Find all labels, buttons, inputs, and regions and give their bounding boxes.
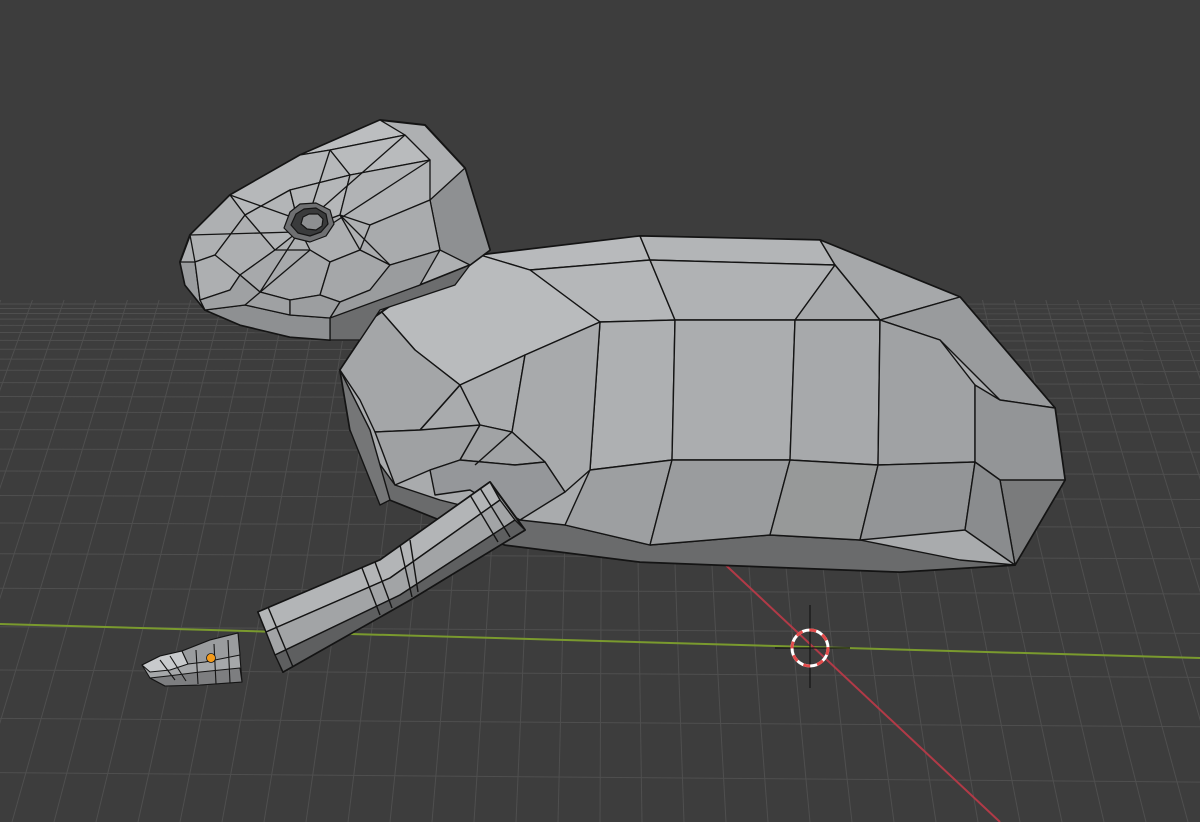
object-origin-icon[interactable] [206,653,216,663]
viewport-canvas[interactable] [0,0,1200,822]
3d-viewport[interactable] [0,0,1200,822]
